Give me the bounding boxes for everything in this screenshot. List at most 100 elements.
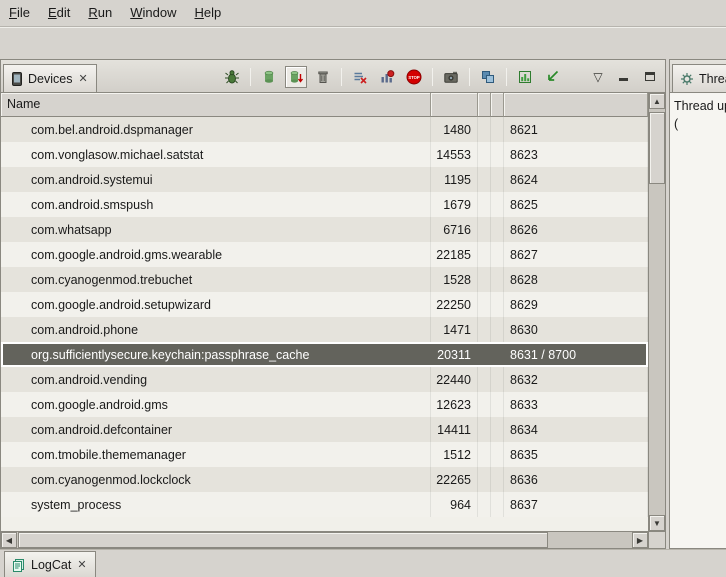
- column-header-name[interactable]: Name: [1, 93, 431, 117]
- bottom-bar: LogCat ✕: [0, 549, 726, 577]
- start-method-profiling-icon[interactable]: [376, 66, 398, 88]
- table-header-row: Name: [1, 93, 648, 117]
- process-port: 8627: [504, 242, 648, 267]
- process-port: 8630: [504, 317, 648, 342]
- process-name: com.cyanogenmod.lockclock: [1, 467, 431, 492]
- table-row[interactable]: com.cyanogenmod.lockclock 22265 8636: [1, 467, 648, 492]
- tab-devices-label: Devices: [28, 72, 72, 86]
- process-spacer2: [491, 117, 504, 142]
- tab-logcat-label: LogCat: [31, 558, 71, 572]
- menu-bar: FileEditRunWindowHelp: [0, 0, 726, 27]
- scroll-up-icon[interactable]: ▲: [649, 93, 665, 109]
- process-port: 8628: [504, 267, 648, 292]
- process-pid: 1471: [431, 317, 478, 342]
- process-name: org.sufficientlysecure.keychain:passphra…: [1, 342, 431, 367]
- stop-process-icon[interactable]: STOP: [403, 66, 425, 88]
- process-spacer2: [491, 242, 504, 267]
- toolbar-separator: [432, 68, 433, 86]
- menu-edit[interactable]: Edit: [39, 0, 79, 26]
- table-row[interactable]: com.android.smspush 1679 8625: [1, 192, 648, 217]
- table-row[interactable]: com.android.vending 22440 8632: [1, 367, 648, 392]
- process-name: com.cyanogenmod.trebuchet: [1, 267, 431, 292]
- view-menu-icon[interactable]: ▽: [589, 70, 607, 84]
- process-pid: 22440: [431, 367, 478, 392]
- device-icon: [11, 72, 23, 86]
- menu-file[interactable]: File: [0, 0, 39, 26]
- process-pid: 1480: [431, 117, 478, 142]
- horizontal-scrollbar[interactable]: ◀ ▶: [1, 531, 648, 548]
- table-row[interactable]: com.google.android.gms 12623 8633: [1, 392, 648, 417]
- vertical-scrollbar[interactable]: ▲ ▼: [648, 93, 665, 531]
- process-spacer2: [491, 217, 504, 242]
- process-port: 8625: [504, 192, 648, 217]
- table-row[interactable]: com.android.defcontainer 14411 8634: [1, 417, 648, 442]
- tab-devices[interactable]: Devices ✕: [3, 64, 97, 92]
- dump-hprof-icon[interactable]: [285, 66, 307, 88]
- column-header-port[interactable]: [504, 93, 648, 117]
- process-spacer1: [478, 492, 491, 517]
- process-spacer2: [491, 292, 504, 317]
- menu-run[interactable]: Run: [79, 0, 121, 26]
- tab-threads[interactable]: Threads: [672, 64, 726, 92]
- table-row[interactable]: com.cyanogenmod.trebuchet 1528 8628: [1, 267, 648, 292]
- update-threads-icon[interactable]: [349, 66, 371, 88]
- table-row[interactable]: system_process 964 8637: [1, 492, 648, 517]
- toolbar-separator: [341, 68, 342, 86]
- scroll-right-icon[interactable]: ▶: [632, 532, 648, 548]
- capture-systrace-icon[interactable]: [514, 66, 536, 88]
- screen-capture-icon[interactable]: [440, 66, 462, 88]
- table-row[interactable]: com.tmobile.thememanager 1512 8635: [1, 442, 648, 467]
- process-spacer2: [491, 192, 504, 217]
- scroll-left-icon[interactable]: ◀: [1, 532, 17, 548]
- process-spacer2: [491, 367, 504, 392]
- cause-gc-icon[interactable]: [312, 66, 334, 88]
- close-icon[interactable]: ✕: [77, 72, 88, 85]
- process-spacer2: [491, 317, 504, 342]
- process-port: 8635: [504, 442, 648, 467]
- update-heap-icon[interactable]: [258, 66, 280, 88]
- process-spacer1: [478, 367, 491, 392]
- column-header-spacer1[interactable]: [478, 93, 491, 117]
- process-pid: 20311: [431, 342, 478, 367]
- horizontal-scrollbar-thumb[interactable]: [18, 532, 548, 548]
- menu-help[interactable]: Help: [185, 0, 230, 26]
- process-name: com.google.android.gms.wearable: [1, 242, 431, 267]
- scroll-down-icon[interactable]: ▼: [649, 515, 665, 531]
- toolbar-separator: [469, 68, 470, 86]
- menu-window[interactable]: Window: [121, 0, 185, 26]
- maximize-icon[interactable]: [639, 66, 661, 88]
- close-icon[interactable]: ✕: [76, 558, 87, 571]
- threads-icon: [680, 72, 694, 86]
- table-row[interactable]: com.google.android.gms.wearable 22185 86…: [1, 242, 648, 267]
- debug-process-icon[interactable]: [221, 66, 243, 88]
- green-arrow-icon[interactable]: [541, 66, 563, 88]
- process-pid: 1528: [431, 267, 478, 292]
- process-pid: 1512: [431, 442, 478, 467]
- table-row[interactable]: com.android.systemui 1195 8624: [1, 167, 648, 192]
- process-table-body: com.bel.android.dspmanager 1480 8621 com…: [1, 117, 648, 517]
- vertical-scrollbar-thumb[interactable]: [649, 112, 665, 184]
- table-row[interactable]: com.android.phone 1471 8630: [1, 317, 648, 342]
- process-port: 8631 / 8700: [504, 342, 648, 367]
- table-row[interactable]: com.google.android.setupwizard 22250 862…: [1, 292, 648, 317]
- process-spacer1: [478, 442, 491, 467]
- process-name: com.android.phone: [1, 317, 431, 342]
- process-spacer2: [491, 167, 504, 192]
- process-port: 8637: [504, 492, 648, 517]
- process-name: com.google.android.setupwizard: [1, 292, 431, 317]
- minimize-icon[interactable]: [612, 66, 634, 88]
- table-row[interactable]: com.vonglasow.michael.satstat 14553 8623: [1, 142, 648, 167]
- table-row[interactable]: com.whatsapp 6716 8626: [1, 217, 648, 242]
- process-spacer2: [491, 392, 504, 417]
- table-row[interactable]: com.bel.android.dspmanager 1480 8621: [1, 117, 648, 142]
- dump-view-hierarchy-icon[interactable]: [477, 66, 499, 88]
- devices-toolbar: STOP: [221, 60, 661, 93]
- table-row[interactable]: org.sufficientlysecure.keychain:passphra…: [1, 342, 648, 367]
- process-spacer2: [491, 267, 504, 292]
- process-port: 8632: [504, 367, 648, 392]
- column-header-spacer2[interactable]: [491, 93, 504, 117]
- process-name: com.android.defcontainer: [1, 417, 431, 442]
- tab-logcat[interactable]: LogCat ✕: [4, 551, 96, 577]
- process-spacer1: [478, 192, 491, 217]
- column-header-pid[interactable]: [431, 93, 478, 117]
